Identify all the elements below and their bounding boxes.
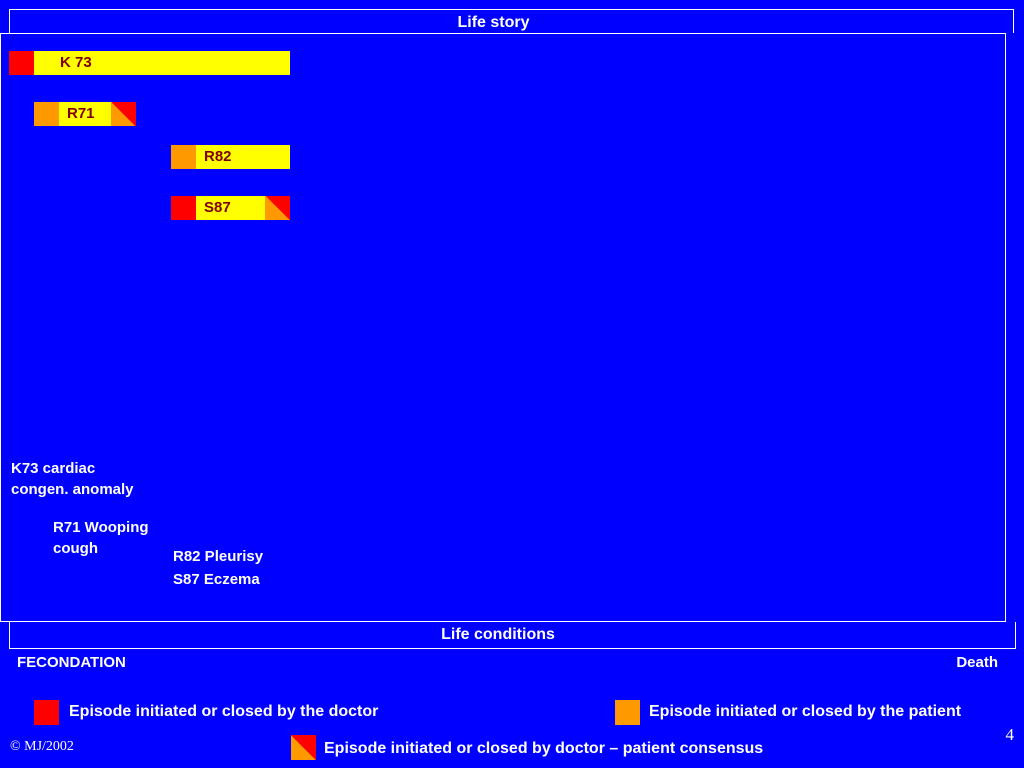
note-line: K73 cardiac [11, 460, 96, 477]
page-number: 4 [1005, 725, 1015, 744]
timeline-start-label: FECONDATION [17, 654, 126, 671]
legend-doctor-swatch [34, 700, 59, 725]
timeline-frame [0, 33, 1006, 622]
life-conditions-title: Life conditions [441, 626, 555, 643]
episode-bar-s87: S87 [171, 196, 290, 220]
doctor-initiated-marker [171, 196, 196, 220]
legend-consensus-label: Episode initiated or closed by doctor – … [324, 740, 764, 757]
consensus-closed-marker [111, 102, 136, 126]
note-r82: R82 Pleurisy [173, 548, 264, 565]
note-s87: S87 Eczema [173, 571, 260, 588]
doctor-initiated-marker [9, 51, 34, 75]
episode-bar-k73: K 73 [9, 51, 290, 75]
patient-initiated-marker [171, 145, 196, 169]
legend-patient-swatch [615, 700, 640, 725]
legend-patient-label: Episode initiated or closed by the patie… [649, 703, 962, 720]
note-k73: K73 cardiac congen. anomaly [11, 458, 134, 500]
note-line: R71 Wooping [53, 519, 149, 536]
note-r71: R71 Wooping cough [53, 517, 149, 559]
consensus-closed-marker [265, 196, 290, 220]
episode-code: S87 [196, 196, 265, 220]
legend-doctor-label: Episode initiated or closed by the docto… [69, 703, 379, 720]
episode-code: K 73 [34, 51, 290, 75]
copyright: © MJ/2002 [10, 739, 74, 754]
episode-bar-r71: R71 [34, 102, 136, 126]
episode-bar-r82: R82 [171, 145, 290, 169]
note-line: congen. anomaly [11, 481, 134, 498]
timeline-end-label: Death [956, 654, 998, 671]
legend-consensus-swatch [291, 735, 316, 760]
patient-initiated-marker [34, 102, 59, 126]
episode-code: R82 [196, 145, 290, 169]
life-story-title: Life story [457, 14, 530, 31]
episode-code: R71 [59, 102, 111, 126]
note-line: cough [53, 540, 98, 557]
